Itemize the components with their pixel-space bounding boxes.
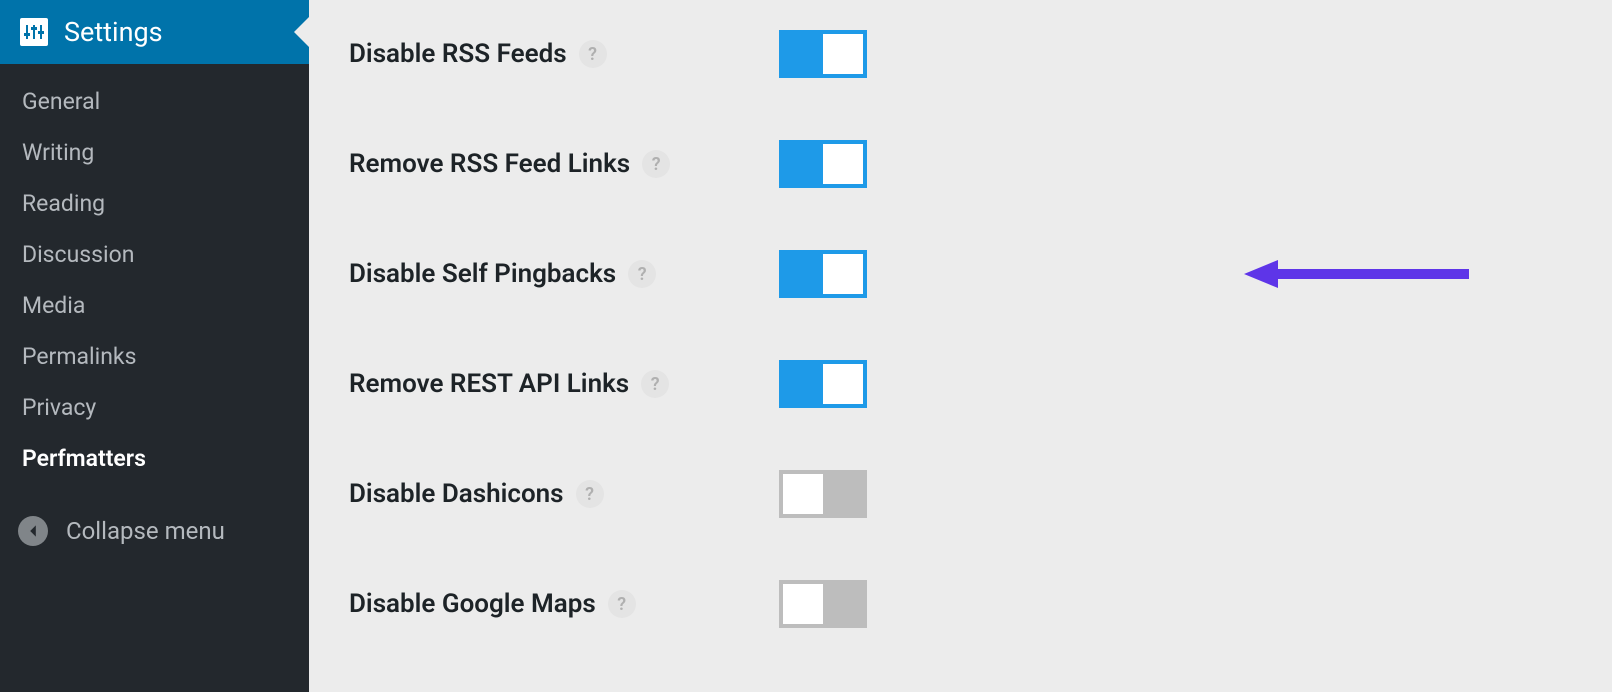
toggle-switch[interactable]	[779, 580, 867, 628]
setting-row: Disable Self Pingbacks?	[349, 250, 1572, 298]
help-icon[interactable]: ?	[608, 590, 636, 618]
toggle-switch[interactable]	[779, 250, 867, 298]
toggle-knob	[823, 34, 863, 74]
setting-row: Remove REST API Links?	[349, 360, 1572, 408]
help-icon[interactable]: ?	[628, 260, 656, 288]
setting-row: Remove RSS Feed Links?	[349, 140, 1572, 188]
sidebar: Settings GeneralWritingReadingDiscussion…	[0, 0, 309, 692]
help-icon[interactable]: ?	[641, 370, 669, 398]
sidebar-item-writing[interactable]: Writing	[0, 127, 309, 178]
collapse-menu-button[interactable]: Collapse menu	[0, 502, 309, 560]
sidebar-settings-label: Settings	[64, 16, 163, 48]
sidebar-item-reading[interactable]: Reading	[0, 178, 309, 229]
toggle-switch[interactable]	[779, 140, 867, 188]
setting-label: Disable RSS Feeds	[349, 39, 567, 69]
setting-label: Disable Dashicons	[349, 479, 564, 509]
toggle-knob	[783, 584, 823, 624]
collapse-arrow-icon	[18, 516, 48, 546]
setting-row: Disable Google Maps?	[349, 580, 1572, 628]
setting-label-wrap: Remove REST API Links?	[349, 369, 779, 399]
sidebar-item-permalinks[interactable]: Permalinks	[0, 331, 309, 382]
setting-label: Disable Google Maps	[349, 589, 596, 619]
help-icon[interactable]: ?	[576, 480, 604, 508]
setting-label-wrap: Remove RSS Feed Links?	[349, 149, 779, 179]
setting-label-wrap: Disable Google Maps?	[349, 589, 779, 619]
setting-label: Remove REST API Links	[349, 369, 629, 399]
setting-label: Disable Self Pingbacks	[349, 259, 616, 289]
settings-sliders-icon	[20, 18, 48, 46]
setting-label-wrap: Disable Dashicons?	[349, 479, 779, 509]
sidebar-parent-settings[interactable]: Settings	[0, 0, 309, 64]
collapse-menu-label: Collapse menu	[66, 517, 225, 545]
help-icon[interactable]: ?	[579, 40, 607, 68]
settings-content: Disable RSS Feeds?Remove RSS Feed Links?…	[309, 0, 1612, 692]
toggle-knob	[823, 254, 863, 294]
toggle-switch[interactable]	[779, 360, 867, 408]
toggle-knob	[823, 144, 863, 184]
highlight-arrow-icon	[1244, 254, 1474, 294]
sidebar-item-privacy[interactable]: Privacy	[0, 382, 309, 433]
toggle-switch[interactable]	[779, 470, 867, 518]
sidebar-item-perfmatters[interactable]: Perfmatters	[0, 433, 309, 484]
setting-label-wrap: Disable RSS Feeds?	[349, 39, 779, 69]
toggle-knob	[823, 364, 863, 404]
setting-row: Disable RSS Feeds?	[349, 30, 1572, 78]
sidebar-item-general[interactable]: General	[0, 76, 309, 127]
help-icon[interactable]: ?	[642, 150, 670, 178]
setting-label-wrap: Disable Self Pingbacks?	[349, 259, 779, 289]
sidebar-item-media[interactable]: Media	[0, 280, 309, 331]
toggle-switch[interactable]	[779, 30, 867, 78]
setting-label: Remove RSS Feed Links	[349, 149, 630, 179]
sidebar-item-discussion[interactable]: Discussion	[0, 229, 309, 280]
toggle-knob	[783, 474, 823, 514]
setting-row: Disable Dashicons?	[349, 470, 1572, 518]
sidebar-submenu: GeneralWritingReadingDiscussionMediaPerm…	[0, 64, 309, 484]
